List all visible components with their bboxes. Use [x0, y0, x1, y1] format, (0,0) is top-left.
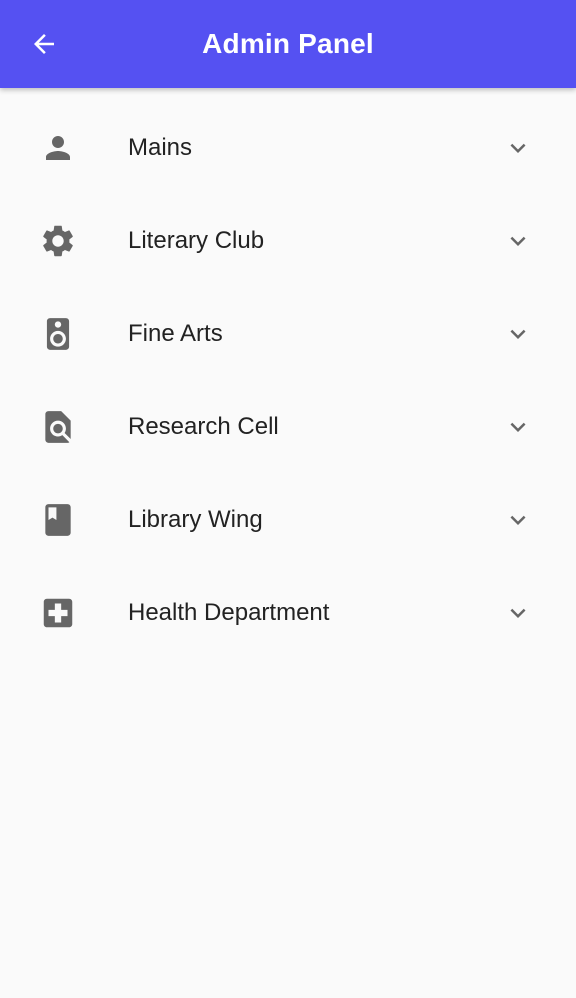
person-icon — [38, 128, 78, 168]
list-item-literary-club[interactable]: Literary Club — [0, 194, 576, 287]
list-item-library-wing[interactable]: Library Wing — [0, 473, 576, 566]
list-item-label: Library Wing — [128, 506, 263, 533]
list-item-label: Research Cell — [128, 413, 279, 440]
app-bar: Admin Panel — [0, 0, 576, 88]
book-icon — [38, 500, 78, 540]
list-item-health-department[interactable]: Health Department — [0, 566, 576, 659]
find-in-page-icon — [38, 407, 78, 447]
chevron-down-icon[interactable] — [503, 598, 533, 628]
chevron-down-icon[interactable] — [503, 226, 533, 256]
list-item-label: Mains — [128, 134, 193, 161]
chevron-down-icon[interactable] — [503, 505, 533, 535]
list-item-mains[interactable]: Mains — [0, 101, 576, 194]
list-item-fine-arts[interactable]: Fine Arts — [0, 287, 576, 380]
chevron-down-icon[interactable] — [503, 133, 533, 163]
list-item-label: Fine Arts — [128, 320, 223, 347]
chevron-down-icon[interactable] — [503, 319, 533, 349]
page-title: Admin Panel — [202, 28, 374, 59]
list-item-label: Health Department — [128, 599, 330, 626]
medical-plus-icon — [38, 593, 78, 633]
list-item-research-cell[interactable]: Research Cell — [0, 380, 576, 473]
chevron-down-icon[interactable] — [503, 412, 533, 442]
speaker-icon — [38, 314, 78, 354]
gear-icon — [38, 221, 78, 261]
list-item-label: Literary Club — [128, 227, 265, 254]
department-list: Mains Literary Club Fine Arts Research C… — [0, 101, 576, 659]
